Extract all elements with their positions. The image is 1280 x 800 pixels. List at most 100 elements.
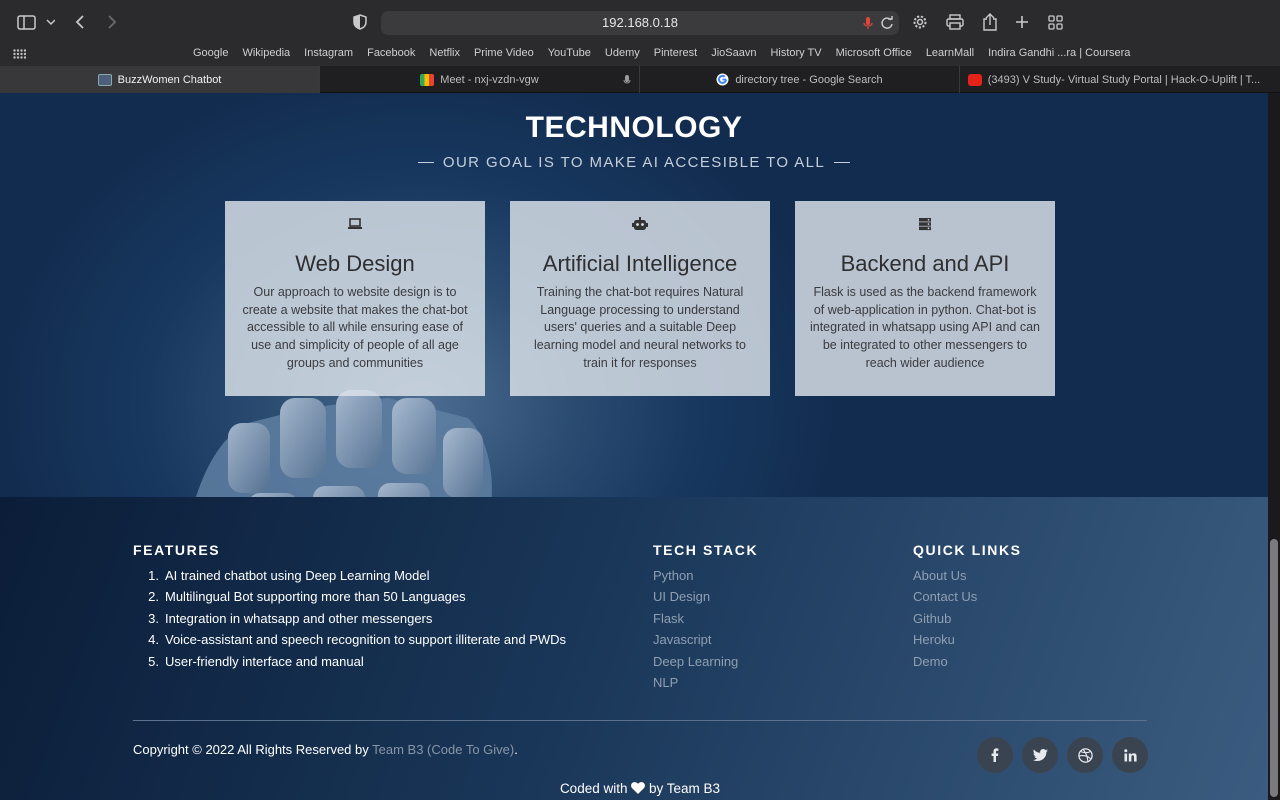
tab-label: BuzzWomen Chatbot [117,73,222,86]
bookmark-item[interactable]: JioSaavn [711,47,756,59]
bookmark-item[interactable]: Pinterest [654,47,697,59]
chevron-right-icon [108,15,117,29]
tech-stack-heading: TECH STACK [653,542,759,558]
settings-button[interactable] [910,10,930,34]
sidebar-icon [17,15,55,30]
feature-item: 2. Multilingual Bot supporting more than … [148,589,466,605]
bookmark-item[interactable]: Facebook [367,47,415,59]
quick-link-github[interactable]: Github [913,610,977,631]
twitter-button[interactable] [1022,737,1058,773]
bookmark-list: Google Wikipedia Instagram Facebook Netf… [193,47,1130,59]
bookmark-item[interactable]: Wikipedia [242,47,290,59]
microphone-icon [623,74,631,83]
apps-grid-icon[interactable] [13,49,26,59]
grid-icon [1047,14,1063,30]
bookmark-item[interactable]: Indira Gandhi ...ra | Coursera [988,47,1130,59]
terminal-favicon-icon [97,73,112,86]
quick-link-heroku[interactable]: Heroku [913,631,977,652]
server-icon [919,218,931,231]
bookmark-item[interactable]: YouTube [548,47,591,59]
youtube-favicon-icon [967,73,982,86]
share-icon [983,13,997,31]
feature-item: 3. Integration in whatsapp and other mess… [148,610,433,626]
bookmark-item[interactable]: Netflix [429,47,460,59]
bookmark-item[interactable]: LearnMall [926,47,974,59]
social-links [977,737,1148,773]
sidebar-toggle-button[interactable] [16,10,56,34]
page-scrollbar[interactable] [1268,93,1280,800]
robot-icon [632,217,648,230]
features-heading: FEATURES [133,542,221,558]
linkedin-icon [1123,748,1137,761]
tech-stack-link-ui-design[interactable]: UI Design [653,588,738,609]
tab-buzzwomen-chatbot[interactable]: BuzzWomen Chatbot [0,66,320,93]
privacy-shield-button[interactable] [350,10,370,34]
team-link[interactable]: Team B3 (Code To Give) [372,742,514,757]
bookmarks-bar: Google Wikipedia Instagram Facebook Netf… [0,44,1280,66]
footer-divider [133,720,1147,721]
address-bar[interactable]: 192.168.0.18 [381,11,899,35]
scrollbar-thumb[interactable] [1270,539,1278,797]
card-backend-api: Backend and API Flask is used as the bac… [795,201,1055,396]
facebook-icon [991,748,999,762]
gear-icon [913,15,927,29]
bookmark-item[interactable]: Google [193,47,228,59]
quick-link-demo[interactable]: Demo [913,653,977,674]
bookmark-item[interactable]: History TV [770,47,821,59]
browser-toolbar: 192.168.0.18 [0,0,1280,44]
facebook-button[interactable] [977,737,1013,773]
bookmark-item[interactable]: Prime Video [474,47,534,59]
tech-stack-link-javascript[interactable]: Javascript [653,631,738,652]
back-button[interactable] [70,10,90,34]
linkedin-button[interactable] [1112,737,1148,773]
laptop-icon [348,218,362,229]
share-button[interactable] [980,10,1000,34]
forward-button[interactable] [102,10,122,34]
bookmark-item[interactable]: Microsoft Office [836,47,912,59]
coded-with-text: Coded with by Team B3 [559,781,721,796]
card-description: Training the chat-bot requires Natural L… [534,285,746,370]
feature-item: 4. Voice-assistant and speech recognition… [148,632,567,648]
quick-link-about-us[interactable]: About Us [913,567,977,588]
subtitle-divider [417,162,434,163]
card-title: Web Design [295,251,415,276]
section-subtitle: OUR GOAL IS TO MAKE AI ACCESIBLE TO ALL [0,154,1268,171]
technology-section: TECHNOLOGY OUR GOAL IS TO MAKE AI ACCESI… [0,93,1268,497]
new-tab-button[interactable] [1012,10,1032,34]
printer-icon [946,14,964,30]
tab-google-search[interactable]: directory tree - Google Search [640,66,960,93]
tab-label: directory tree - Google Search [735,73,883,86]
print-button[interactable] [945,10,965,34]
card-artificial-intelligence: Artificial Intelligence Training the cha… [510,201,770,396]
twitter-icon [1032,749,1048,761]
section-title: TECHNOLOGY [525,111,743,144]
footer: FEATURES 1. AI trained chatbot using Deep… [0,497,1268,800]
tab-meet[interactable]: Meet - nxj-vzdn-vgw [320,66,640,93]
microphone-icon[interactable] [863,16,873,30]
tech-stack-link-flask[interactable]: Flask [653,610,738,631]
tab-overview-button[interactable] [1045,10,1065,34]
quick-link-contact-us[interactable]: Contact Us [913,588,977,609]
tech-stack-link-nlp[interactable]: NLP [653,674,738,695]
shield-icon [353,14,367,30]
url-text: 192.168.0.18 [602,15,678,30]
plus-icon [1016,16,1028,28]
subtitle-text: OUR GOAL IS TO MAKE AI ACCESIBLE TO ALL [442,154,826,171]
dribbble-button[interactable] [1067,737,1103,773]
tech-stack-link-python[interactable]: Python [653,567,738,588]
tech-stack-link-deep-learning[interactable]: Deep Learning [653,653,738,674]
tab-label: (3493) V Study- Virtual Study Portal | H… [987,73,1261,86]
card-web-design: Web Design Our approach to website desig… [225,201,485,396]
copyright-text: Copyright © 2022 All Rights Reserved by … [133,742,518,757]
google-favicon-icon [716,73,729,86]
card-description: Flask is used as the backend framework o… [809,285,1041,370]
dribbble-icon [1077,747,1093,763]
quick-links-heading: QUICK LINKS [913,542,1022,558]
meet-favicon-icon [420,73,435,86]
card-icon-wrap [225,217,485,233]
bookmark-item[interactable]: Instagram [304,47,353,59]
tech-stack-list: Python UI Design Flask Javascript Deep L… [653,567,738,695]
bookmark-item[interactable]: Udemy [605,47,640,59]
reload-icon[interactable] [880,16,894,30]
tab-v-study[interactable]: (3493) V Study- Virtual Study Portal | H… [960,66,1268,93]
